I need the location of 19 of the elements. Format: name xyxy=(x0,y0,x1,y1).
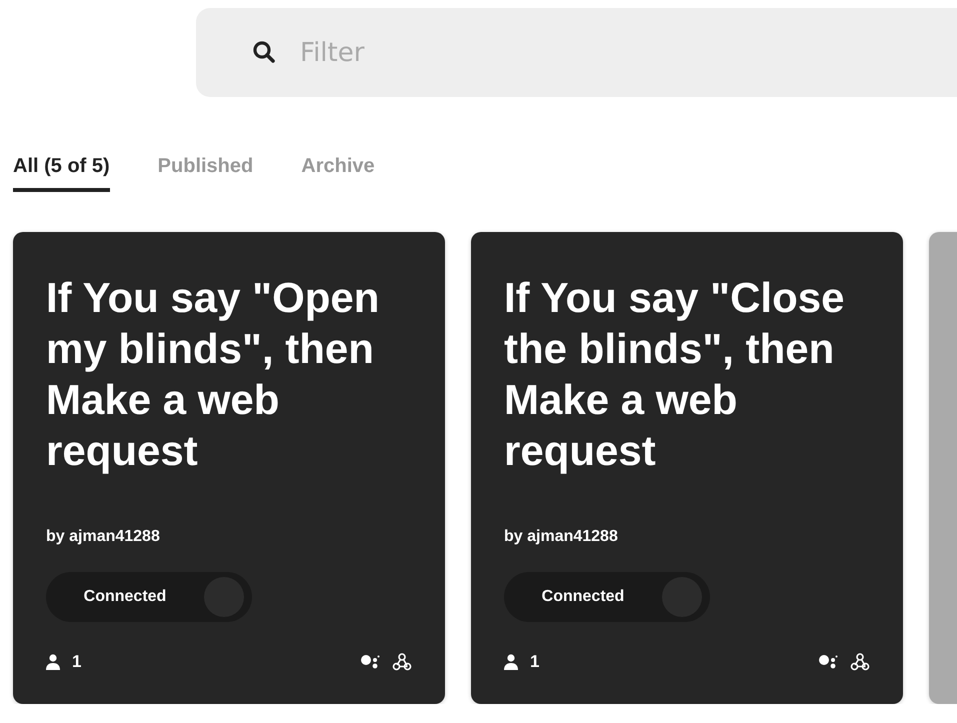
tab[interactable]: All (5 of 5) xyxy=(13,155,110,192)
assistant-dots-icon xyxy=(360,654,380,670)
connect-toggle[interactable]: Connected xyxy=(504,572,710,622)
person-icon xyxy=(504,654,518,670)
search-field[interactable]: Filter xyxy=(196,8,957,97)
webhook-icon xyxy=(850,652,870,672)
connect-toggle[interactable]: Connected xyxy=(46,572,252,622)
applet-card[interactable]: If You say "Open my blinds", then Make a web request by ajman41288 Connected 1 xyxy=(13,232,445,704)
author-text: by ajman41288 xyxy=(46,528,161,546)
assistant-dots-icon xyxy=(818,654,838,670)
webhook-icon xyxy=(392,652,412,672)
search-icon xyxy=(252,40,276,64)
applet-title: If You say "Close the blinds", then Make a web request xyxy=(504,273,846,476)
applet-title: If You say "Open my blinds", then Make a web request xyxy=(46,273,380,476)
person-icon xyxy=(46,654,60,670)
author-text: by ajman41288 xyxy=(504,528,619,546)
user-count: 1 xyxy=(72,652,82,672)
user-count: 1 xyxy=(530,652,540,672)
applet-card[interactable]: If You say "Close the blinds", then Make a web request by ajman41288 Connected 1 xyxy=(471,232,903,704)
